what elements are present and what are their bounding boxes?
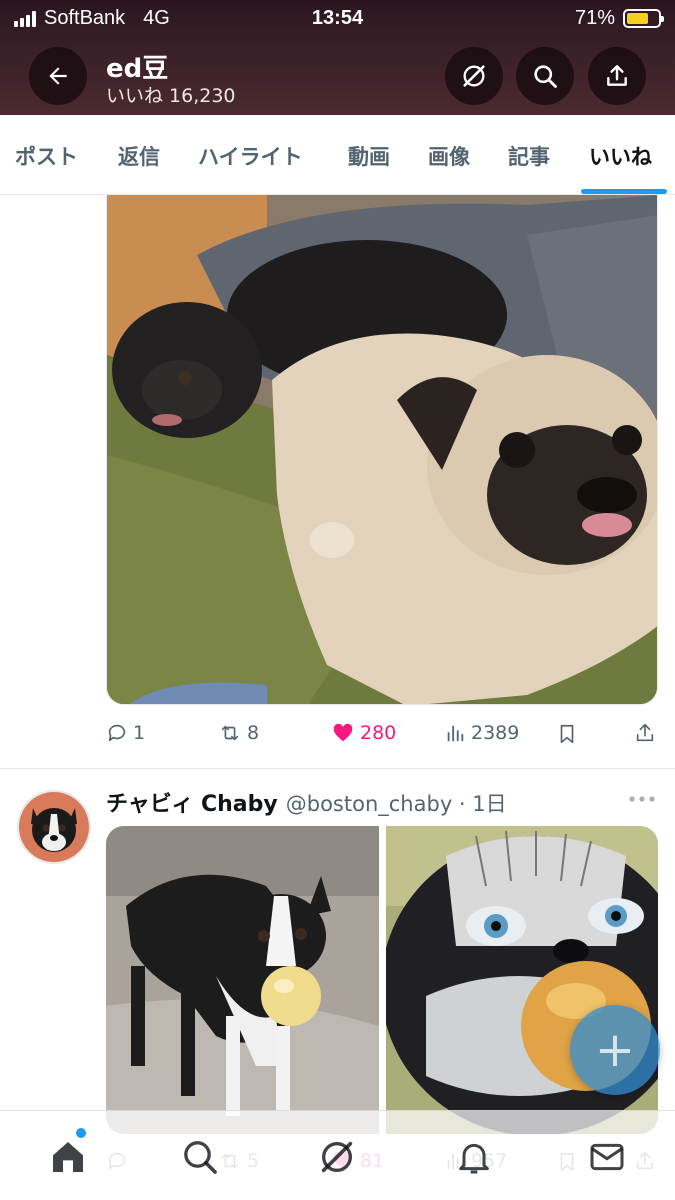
post-author-line: チャビィ Chaby @boston_chaby · 1日: [106, 786, 507, 818]
grok-icon: [463, 65, 485, 87]
status-time: 13:54: [311, 7, 364, 29]
status-bar: SoftBank 4G 13:54 71%: [0, 0, 675, 38]
tab-highlights[interactable]: ハイライト: [198, 141, 303, 171]
more-dots-icon: [629, 796, 655, 802]
photo-two-pugs: [107, 195, 657, 704]
plus-icon: +: [594, 1022, 636, 1078]
post-image-pugs[interactable]: [106, 194, 658, 705]
repost-icon: [221, 725, 239, 741]
share-icon: [607, 65, 627, 86]
heart-filled-icon: [333, 723, 353, 742]
repost-count: 8: [247, 722, 260, 744]
compose-post-button[interactable]: +: [570, 1005, 660, 1095]
post-more-button[interactable]: [628, 790, 656, 809]
share-post-button[interactable]: [634, 722, 656, 744]
likes-count: いいね 16,230: [106, 85, 236, 107]
view-count: 2389: [471, 722, 520, 744]
reply-count: 1: [133, 722, 146, 744]
profile-tabs: ポスト 返信 ハイライト 動画 画像 記事 いいね: [0, 115, 675, 195]
nav-messages[interactable]: [585, 1135, 629, 1179]
nav-home[interactable]: [46, 1135, 90, 1179]
bookmark-button[interactable]: [556, 722, 578, 746]
home-icon: [53, 1142, 83, 1172]
post-actions: 1 8 280 2389: [106, 722, 658, 752]
avatar-boston-terrier: [19, 792, 89, 862]
back-arrow-icon: [49, 67, 67, 85]
tab-likes[interactable]: いいね: [589, 141, 652, 171]
nav-grok[interactable]: [315, 1135, 359, 1179]
tab-images[interactable]: 画像: [428, 141, 470, 171]
bottom-navigation: [0, 1110, 675, 1200]
post-image-dog[interactable]: [106, 826, 379, 1134]
like-button[interactable]: 280: [331, 722, 396, 744]
share-button[interactable]: [588, 47, 646, 105]
avatar[interactable]: [17, 790, 91, 864]
tab-videos[interactable]: 動画: [348, 141, 390, 171]
reply-button[interactable]: 1: [106, 722, 145, 744]
reply-icon: [108, 724, 126, 742]
author-display-name[interactable]: チャビィ Chaby: [106, 792, 278, 817]
tab-articles[interactable]: 記事: [508, 141, 550, 171]
battery-fill: [627, 13, 649, 24]
share-icon: [636, 723, 654, 742]
nav-notifications[interactable]: [452, 1135, 496, 1179]
tab-posts[interactable]: ポスト: [15, 141, 78, 171]
bookmark-icon: [560, 724, 574, 744]
post-divider: [0, 768, 675, 769]
messages-icon: [590, 1143, 624, 1171]
grok-button[interactable]: [445, 47, 503, 105]
search-button[interactable]: [516, 47, 574, 105]
nav-search[interactable]: [178, 1135, 222, 1179]
repost-button[interactable]: 8: [218, 722, 259, 744]
back-button[interactable]: [29, 47, 87, 105]
author-handle-time[interactable]: @boston_chaby · 1日: [286, 792, 507, 816]
status-right: 71%: [574, 7, 664, 30]
tab-replies[interactable]: 返信: [118, 141, 160, 171]
profile-name: ed豆: [106, 54, 169, 84]
views-button[interactable]: 2389: [444, 722, 519, 744]
search-icon: [534, 65, 557, 88]
profile-header: SoftBank 4G 13:54 71% ed豆 いいね 16,230: [0, 0, 675, 115]
battery-percent: 71%: [574, 7, 615, 29]
notifications-icon: [459, 1143, 489, 1174]
search-icon: [184, 1141, 217, 1174]
views-chart-icon: [447, 725, 464, 742]
like-count: 280: [360, 722, 397, 744]
battery-icon: [623, 9, 664, 28]
grok-icon: [321, 1141, 353, 1173]
home-notification-dot: [76, 1128, 86, 1138]
photo-boston-terrier-with-ball: [106, 826, 379, 1134]
